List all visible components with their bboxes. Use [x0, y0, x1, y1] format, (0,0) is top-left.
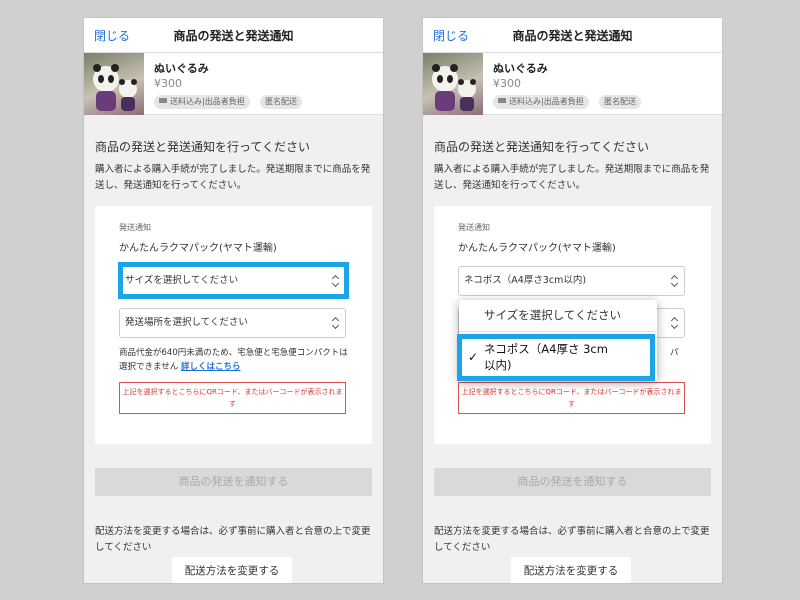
shipping-fee-text: 送料込み|出品者負担: [170, 97, 245, 106]
change-shipping-method-button[interactable]: 配送方法を変更する: [172, 557, 292, 583]
card-label: 発送通知: [119, 223, 151, 232]
product-price: ¥300: [154, 77, 182, 90]
product-thumbnail: [84, 53, 144, 115]
select-arrows-icon: [332, 318, 339, 328]
change-shipping-method-button[interactable]: 配送方法を変更する: [511, 557, 631, 583]
page-title: 商品の発送と発送通知: [173, 29, 294, 43]
product-summary: ぬいぐるみ ¥300 送料込み|出品者負担 匿名配送: [423, 53, 722, 115]
carrier-name: かんたんラクマパック(ヤマト運輸): [119, 243, 277, 254]
selected-option-highlight: [457, 334, 655, 381]
instruction-text: 購入者による購入手続が完了しました。発送期限までに商品を発送し、発送通知を行って…: [434, 164, 710, 191]
size-select-value: ネコポス（A4厚さ3cm以内): [464, 275, 587, 286]
product-name: ぬいぐるみ: [493, 62, 548, 75]
restriction-note-fragment: パ: [670, 348, 679, 358]
truck-icon: [159, 98, 167, 103]
shipping-fee-text: 送料込み|出品者負担: [509, 97, 584, 106]
notify-shipment-button[interactable]: 商品の発送を通知する: [434, 468, 711, 496]
dropdown-option-placeholder[interactable]: サイズを選択してください: [484, 307, 621, 323]
change-method-warning: 配送方法を変更する場合は、必ず事前に購入者と合意の上で変更してください: [434, 526, 710, 553]
nav-bar: 閉じる 商品の発送と発送通知: [84, 18, 383, 53]
phone-screen-left: 閉じる 商品の発送と発送通知 ぬいぐるみ ¥300 送料込み|出品者負担 匿名配…: [83, 17, 384, 584]
instruction-text: 購入者による購入手続が完了しました。発送期限までに商品を発送し、発送通知を行って…: [95, 164, 371, 191]
qr-code-notice: 上記を選択するとこちらにQRコード、またはバーコードが表示されます: [119, 382, 346, 414]
nav-bar: 閉じる 商品の発送と発送通知: [423, 18, 722, 53]
product-summary: ぬいぐるみ ¥300 送料込み|出品者負担 匿名配送: [84, 53, 383, 115]
select-arrows-icon: [671, 276, 678, 286]
section-heading: 商品の発送と発送通知を行ってください: [434, 140, 650, 154]
anonymous-shipping-tag: 匿名配送: [260, 95, 302, 109]
shipping-fee-tag: 送料込み|出品者負担: [154, 95, 250, 109]
shipping-place-select[interactable]: 発送場所を選択してください: [119, 308, 346, 338]
shipping-fee-tag: 送料込み|出品者負担: [493, 95, 589, 109]
carrier-name: かんたんラクマパック(ヤマト運輸): [458, 243, 616, 254]
details-link[interactable]: 詳しくはこちら: [181, 362, 241, 372]
product-price: ¥300: [493, 77, 521, 90]
page-title: 商品の発送と発送通知: [512, 29, 633, 43]
size-select-highlight: [118, 262, 349, 299]
anonymous-shipping-tag: 匿名配送: [599, 95, 641, 109]
qr-code-notice: 上記を選択するとこちらにQRコード、またはバーコードが表示されます: [458, 382, 685, 414]
product-thumbnail: [423, 53, 483, 115]
select-arrows-icon: [671, 318, 678, 328]
truck-icon: [498, 98, 506, 103]
change-method-warning: 配送方法を変更する場合は、必ず事前に購入者と合意の上で変更してください: [95, 526, 371, 553]
section-heading: 商品の発送と発送通知を行ってください: [95, 140, 311, 154]
product-name: ぬいぐるみ: [154, 62, 209, 75]
dropdown-divider: [459, 331, 657, 332]
shipping-notice-card: 発送通知 かんたんラクマパック(ヤマト運輸) サイズを選択してください 発送場所…: [95, 206, 372, 444]
size-select[interactable]: ネコポス（A4厚さ3cm以内): [458, 266, 685, 296]
notify-shipment-button[interactable]: 商品の発送を通知する: [95, 468, 372, 496]
card-label: 発送通知: [458, 223, 490, 232]
price-restriction-note: 商品代金が640円未満のため、宅急便と宅急便コンパクトは選択できません 詳しくは…: [119, 346, 354, 374]
shipping-place-select-value: 発送場所を選択してください: [125, 317, 248, 328]
